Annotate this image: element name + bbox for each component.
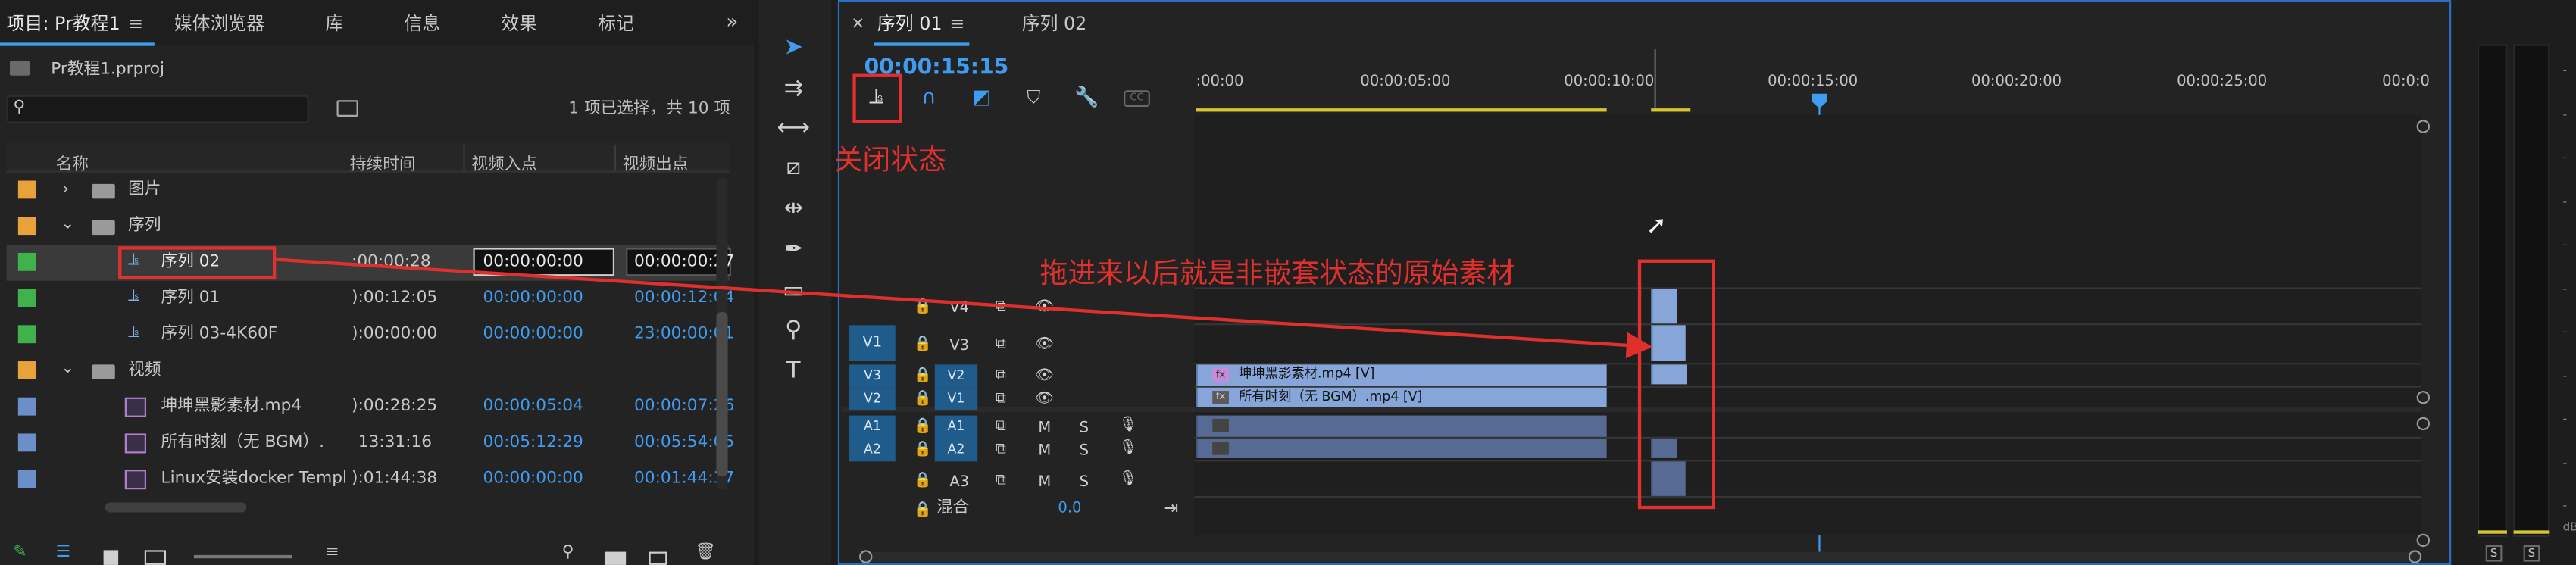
annotation-arrow (276, 258, 1653, 359)
premiere-workspace: 项目: Pr教程1 ≡ 媒体浏览器 库 信息 效果 标记 » Pr教程1.prp… (0, 0, 2576, 565)
